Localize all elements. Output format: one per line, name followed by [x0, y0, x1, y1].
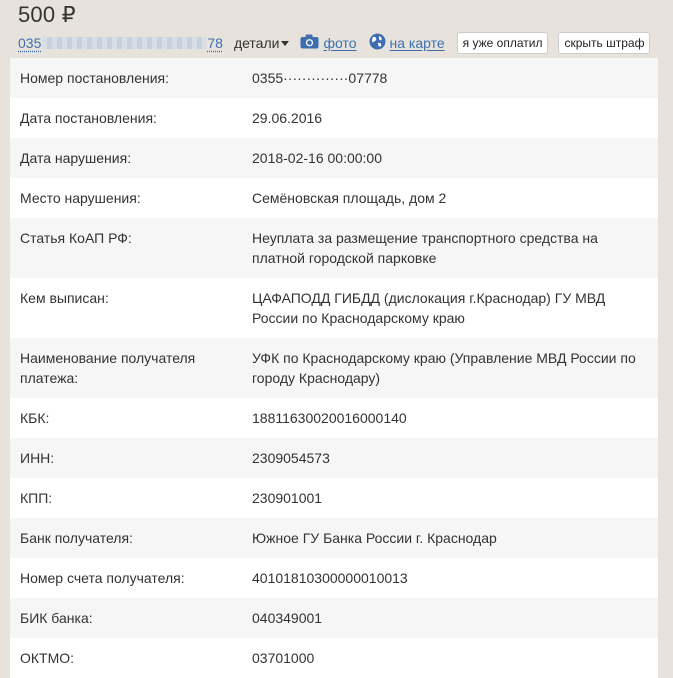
- row-label: Номер постановления:: [20, 70, 170, 86]
- camera-icon: [300, 34, 319, 52]
- row-value: 03701000: [252, 650, 315, 666]
- row-value: 040349001: [252, 610, 323, 626]
- already-paid-button[interactable]: я уже оплатил: [456, 32, 549, 54]
- row-value: Семёновская площадь, дом 2: [252, 190, 447, 206]
- uin-suffix: 78: [207, 35, 223, 51]
- row-value: 2018-02-16 00:00:00: [252, 150, 382, 166]
- row-label: Место нарушения:: [20, 190, 141, 206]
- row-label: ОКТМО:: [20, 650, 75, 666]
- table-row: БИК банка: 040349001: [10, 598, 658, 638]
- details-label: детали: [233, 35, 280, 51]
- map-link[interactable]: на карте: [369, 33, 445, 53]
- fine-toolbar: 035 78 детали фото на карте я уже оплати…: [18, 32, 663, 54]
- table-row: Наименование получателя платежа: УФК по …: [10, 338, 658, 398]
- row-value: 29.06.2016: [252, 110, 323, 126]
- table-row: Дата постановления: 29.06.2016: [10, 98, 658, 138]
- table-row: Статья КоАП РФ: Неуплата за размещение т…: [10, 218, 658, 278]
- uin-link[interactable]: 035 78: [18, 35, 223, 51]
- row-label: Статья КоАП РФ:: [20, 230, 132, 246]
- table-row: ИНН: 2309054573: [10, 438, 658, 478]
- table-row: Банк получателя: Южное ГУ Банка России г…: [10, 518, 658, 558]
- row-label: Номер счета получателя:: [20, 570, 185, 586]
- table-row: КБК: 18811630020016000140: [10, 398, 658, 438]
- row-label: КБК:: [20, 410, 50, 426]
- row-label: Кем выписан:: [20, 290, 109, 306]
- row-value: 0355··············07778: [252, 70, 388, 86]
- row-label: Банк получателя:: [20, 530, 133, 546]
- globe-icon: [369, 33, 386, 53]
- row-label: Дата нарушения:: [20, 150, 132, 166]
- row-value: ЦАФАПОДД ГИБДД (дислокация г.Краснодар) …: [252, 290, 606, 326]
- row-value: Южное ГУ Банка России г. Краснодар: [252, 530, 497, 546]
- hide-fine-button[interactable]: скрыть штраф: [558, 32, 651, 54]
- table-row: Номер постановления: 0355··············0…: [10, 58, 658, 98]
- photo-link[interactable]: фото: [300, 34, 357, 52]
- fine-amount: 500 ₽: [18, 2, 76, 27]
- photo-label: фото: [323, 35, 357, 51]
- table-row: КПП: 230901001: [10, 478, 658, 518]
- row-value: УФК по Краснодарскому краю (Управление М…: [252, 350, 636, 386]
- uin-prefix: 035: [18, 35, 42, 51]
- uin-redaction: [42, 37, 207, 49]
- row-label: Наименование получателя платежа:: [20, 350, 196, 386]
- table-row: Место нарушения: Семёновская площадь, до…: [10, 178, 658, 218]
- row-value: 230901001: [252, 490, 323, 506]
- row-value: 18811630020016000140: [252, 410, 407, 426]
- table-row: ОКТМО: 03701000: [10, 638, 658, 678]
- fine-details-table: Номер постановления: 0355··············0…: [10, 58, 658, 678]
- table-row: Номер счета получателя: 4010181030000001…: [10, 558, 658, 598]
- row-label: БИК банка:: [20, 610, 93, 626]
- row-value: Неуплата за размещение транспортного сре…: [252, 230, 598, 266]
- map-label: на карте: [389, 35, 445, 51]
- details-dropdown[interactable]: детали: [234, 35, 290, 51]
- row-label: ИНН:: [20, 450, 55, 466]
- row-label: Дата постановления:: [20, 110, 157, 126]
- row-value: 40101810300000010013: [252, 570, 408, 586]
- caret-down-icon: [281, 40, 290, 46]
- table-row: Кем выписан: ЦАФАПОДД ГИБДД (дислокация …: [10, 278, 658, 338]
- row-value: 2309054573: [252, 450, 330, 466]
- table-row: Дата нарушения: 2018-02-16 00:00:00: [10, 138, 658, 178]
- row-label: КПП:: [20, 490, 53, 506]
